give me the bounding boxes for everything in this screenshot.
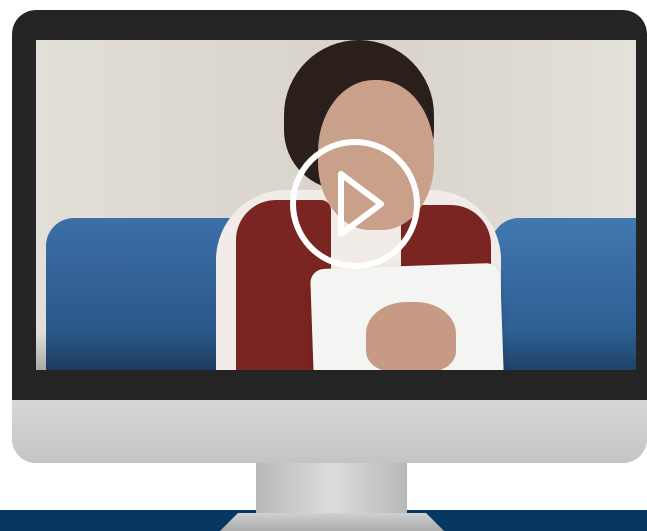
play-icon — [290, 139, 420, 269]
monitor-stand-base — [220, 513, 444, 531]
monitor-bezel — [12, 10, 647, 400]
video-person-hand — [366, 302, 456, 370]
play-button[interactable] — [289, 138, 421, 270]
monitor — [12, 10, 647, 463]
video-player[interactable] — [36, 40, 636, 370]
monitor-chin — [12, 400, 647, 463]
